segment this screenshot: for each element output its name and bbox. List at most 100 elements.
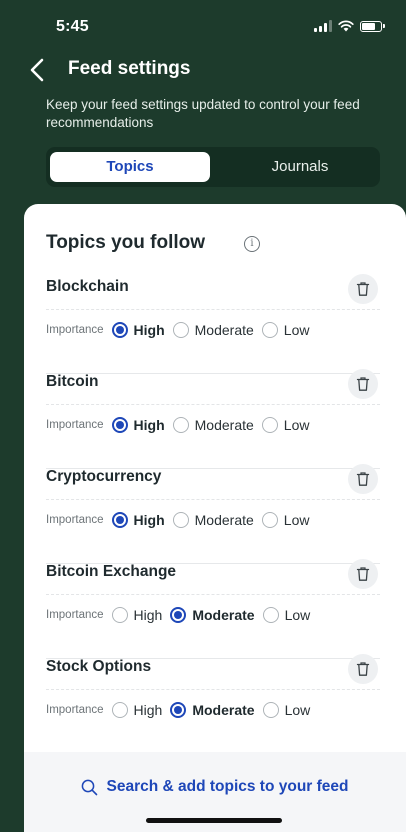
trash-icon — [356, 567, 370, 581]
importance-selector: Importance High Moderate Low — [46, 603, 318, 627]
importance-label: Importance — [46, 324, 104, 336]
section-title: Topics you follow — [46, 232, 206, 253]
status-icons — [314, 20, 385, 32]
radio-button[interactable] — [111, 322, 128, 338]
radio-label: Low — [283, 417, 310, 433]
radio-button[interactable] — [172, 417, 189, 433]
importance-option-moderate[interactable]: Moderate — [172, 417, 254, 433]
topic-row: Stock Options Importance High Moderate Low — [46, 654, 380, 754]
tab-topics[interactable]: Topics — [50, 152, 210, 182]
radio-label: High — [133, 417, 165, 433]
radio-button[interactable] — [111, 512, 128, 528]
radio-button[interactable] — [262, 702, 279, 718]
radio-label: Moderate — [192, 702, 255, 718]
search-add-topics-button[interactable]: Search & add topics to your feed — [24, 778, 406, 796]
radio-button[interactable] — [172, 322, 189, 338]
delete-topic-button[interactable] — [348, 654, 378, 684]
topic-divider — [46, 594, 380, 595]
importance-label: Importance — [46, 419, 104, 431]
radio-label: Low — [284, 607, 311, 623]
radio-button[interactable] — [111, 702, 128, 718]
topic-name: Cryptocurrency — [46, 468, 162, 485]
delete-topic-button[interactable] — [348, 559, 378, 589]
battery-icon — [360, 20, 385, 32]
importance-selector: Importance High Moderate Low — [46, 318, 317, 342]
tab-journals[interactable]: Journals — [224, 152, 376, 182]
importance-selector: Importance High Moderate Low — [46, 413, 317, 437]
radio-label: Low — [284, 702, 311, 718]
radio-button[interactable] — [111, 607, 128, 623]
delete-topic-button[interactable] — [348, 274, 378, 304]
status-time: 5:45 — [56, 18, 89, 35]
topic-row: Bitcoin Importance High Moderate Low — [46, 369, 380, 469]
importance-label: Importance — [46, 704, 104, 716]
importance-option-low[interactable]: Low — [261, 512, 310, 528]
delete-topic-button[interactable] — [348, 464, 378, 494]
info-icon[interactable]: i — [244, 236, 260, 252]
page-subtitle: Keep your feed settings updated to contr… — [46, 97, 360, 130]
importance-option-moderate[interactable]: Moderate — [170, 702, 255, 718]
importance-option-moderate[interactable]: Moderate — [172, 322, 254, 338]
importance-option-low[interactable]: Low — [262, 702, 311, 718]
tab-switcher: Topics Journals — [46, 147, 380, 187]
trash-icon — [356, 472, 370, 486]
importance-option-high[interactable]: High — [111, 322, 165, 338]
bottom-bar: Search & add topics to your feed — [24, 752, 406, 832]
topic-divider — [46, 499, 380, 500]
importance-option-high[interactable]: High — [111, 417, 165, 433]
radio-label: Moderate — [194, 322, 254, 338]
search-icon — [82, 779, 98, 795]
trash-icon — [356, 377, 370, 391]
radio-label: Moderate — [194, 512, 254, 528]
importance-option-moderate[interactable]: Moderate — [172, 512, 254, 528]
back-chevron-icon[interactable] — [26, 56, 50, 84]
topic-divider — [46, 309, 380, 310]
radio-button[interactable] — [111, 417, 128, 433]
home-indicator — [146, 818, 282, 823]
radio-label: Moderate — [194, 417, 254, 433]
radio-label: Low — [283, 512, 310, 528]
trash-icon — [356, 662, 370, 676]
topic-row: Bitcoin Exchange Importance High Moderate Lo… — [46, 559, 380, 659]
radio-label: Moderate — [192, 607, 255, 623]
radio-label: High — [133, 322, 165, 338]
topic-name: Bitcoin Exchange — [46, 563, 177, 580]
trash-icon — [356, 282, 370, 296]
topic-row: Cryptocurrency Importance High Moderate Low — [46, 464, 380, 564]
signal-icon — [314, 20, 332, 32]
importance-option-low[interactable]: Low — [262, 607, 311, 623]
topic-row: Blockchain Importance High Moderate Low — [46, 274, 380, 374]
importance-option-high[interactable]: High — [111, 512, 165, 528]
importance-selector: Importance High Moderate Low — [46, 698, 318, 722]
topic-name: Blockchain — [46, 278, 129, 295]
page-title: Feed settings — [68, 58, 191, 79]
topic-name: Bitcoin — [46, 373, 99, 390]
radio-button[interactable] — [170, 702, 187, 718]
importance-option-moderate[interactable]: Moderate — [170, 607, 255, 623]
importance-label: Importance — [46, 609, 104, 621]
importance-option-high[interactable]: High — [111, 702, 163, 718]
radio-button[interactable] — [262, 607, 279, 623]
radio-button[interactable] — [261, 322, 278, 338]
importance-label: Importance — [46, 514, 104, 526]
radio-label: Low — [283, 322, 310, 338]
screen: 5:45 Feed settings Keep your feed settin… — [0, 0, 406, 832]
radio-button[interactable] — [261, 512, 278, 528]
topic-divider — [46, 404, 380, 405]
delete-topic-button[interactable] — [348, 369, 378, 399]
importance-option-low[interactable]: Low — [261, 322, 310, 338]
radio-button[interactable] — [261, 417, 278, 433]
radio-button[interactable] — [172, 512, 189, 528]
importance-selector: Importance High Moderate Low — [46, 508, 317, 532]
search-add-label: Search & add topics to your feed — [106, 778, 349, 795]
radio-label: High — [133, 512, 165, 528]
radio-label: High — [133, 702, 163, 718]
topic-name: Stock Options — [46, 658, 152, 675]
status-bar: 5:45 — [0, 0, 406, 46]
wifi-icon — [338, 20, 354, 32]
radio-label: High — [133, 607, 163, 623]
radio-button[interactable] — [170, 607, 187, 623]
importance-option-low[interactable]: Low — [261, 417, 310, 433]
importance-option-high[interactable]: High — [111, 607, 163, 623]
topic-divider — [46, 689, 380, 690]
